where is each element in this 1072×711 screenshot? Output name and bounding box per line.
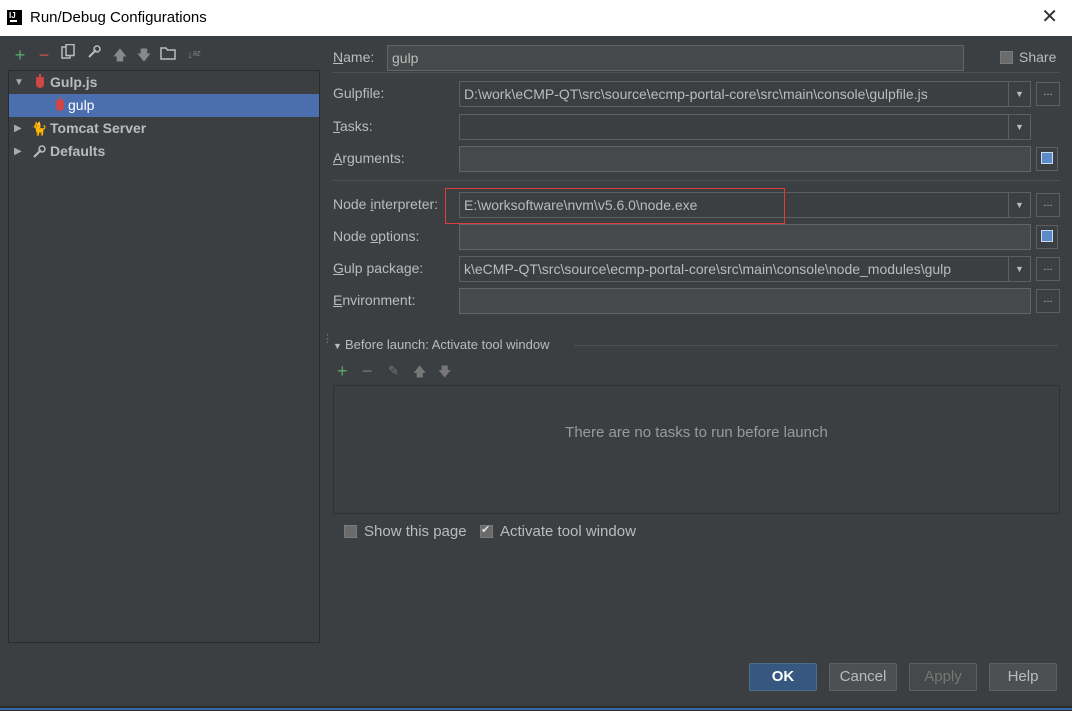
environment-browse-button[interactable]: ... (1036, 289, 1060, 313)
gulpfile-browse-button[interactable]: ... (1036, 82, 1060, 106)
gulpfile-label: Gulpfile: (333, 85, 385, 101)
tree-item-gulp[interactable]: gulp (9, 94, 319, 117)
expand-arrow-icon[interactable]: ▼ (14, 71, 24, 94)
tree-item-gulpjs[interactable]: ▼ Gulp.js (9, 71, 319, 94)
apply-button[interactable]: Apply (909, 663, 977, 691)
expand-icon (1041, 230, 1053, 242)
expand-icon (1041, 152, 1053, 164)
name-label: Name: (333, 49, 375, 65)
tasks-combo[interactable]: ▼ (459, 114, 1031, 140)
configuration-tree: ▼ Gulp.js gulp ▶ 🐈 Tomcat Server ▶ Defau… (8, 70, 320, 643)
environment-field[interactable] (459, 288, 1031, 314)
arguments-label: Arguments: (333, 150, 405, 166)
window-title: Run/Debug Configurations (30, 9, 207, 26)
environment-label: Environment: (333, 292, 416, 308)
edit-defaults-icon[interactable] (84, 44, 104, 66)
before-launch-task-list[interactable]: There are no tasks to run before launch (333, 385, 1060, 514)
remove-icon[interactable]: − (34, 44, 54, 66)
chevron-down-icon[interactable]: ▼ (1008, 115, 1030, 139)
folder-icon[interactable] (158, 44, 178, 66)
tree-item-tomcat[interactable]: ▶ 🐈 Tomcat Server (9, 117, 319, 140)
edit-task-icon[interactable]: ✎ (388, 363, 399, 379)
name-field[interactable]: gulp (387, 45, 964, 71)
title-bar: IJ Run/Debug Configurations ✕ (0, 0, 1072, 36)
help-button[interactable]: Help (989, 663, 1057, 691)
close-icon[interactable]: ✕ (1041, 6, 1058, 28)
move-up-icon[interactable]: 🡅 (413, 363, 426, 385)
intellij-app-icon: IJ (7, 10, 22, 25)
chevron-down-icon[interactable]: ▼ (1008, 82, 1030, 106)
node-options-field[interactable] (459, 224, 1031, 250)
tree-item-label: Defaults (50, 143, 106, 159)
tree-item-label: Gulp.js (50, 74, 98, 90)
gulpfile-value: D:\work\eCMP-QT\src\source\ecmp-portal-c… (464, 86, 928, 102)
node-options-label: Node options: (333, 228, 420, 244)
highlight-box (445, 188, 785, 224)
gulpfile-combo[interactable]: D:\work\eCMP-QT\src\source\ecmp-portal-c… (459, 81, 1031, 107)
expand-field-button[interactable] (1036, 147, 1058, 171)
add-icon[interactable]: + (10, 44, 30, 66)
chevron-down-icon[interactable]: ▼ (1008, 257, 1030, 281)
splitter-handle[interactable]: ⋮ (322, 334, 333, 345)
gulp-package-label: Gulp package: (333, 260, 424, 276)
collapse-arrow-icon[interactable]: ▶ (14, 140, 22, 163)
node-interpreter-browse-button[interactable]: ... (1036, 193, 1060, 217)
expand-field-button[interactable] (1036, 225, 1058, 249)
move-up-icon[interactable]: 🡅 (110, 44, 130, 66)
tomcat-icon: 🐈 (31, 121, 48, 136)
gulp-icon (36, 74, 44, 88)
move-down-icon[interactable]: 🡇 (438, 363, 451, 385)
gulp-package-combo[interactable]: k\eCMP-QT\src\source\ecmp-portal-core\sr… (459, 256, 1031, 282)
cancel-button[interactable]: Cancel (829, 663, 897, 691)
collapse-arrow-icon[interactable]: ▼ (333, 341, 342, 351)
tasks-label: Tasks: (333, 118, 373, 134)
activate-tool-window-checkbox[interactable] (480, 523, 493, 538)
tree-item-label: gulp (68, 97, 95, 113)
gulp-icon (56, 97, 64, 111)
node-interpreter-label: Node interpreter: (333, 196, 439, 212)
remove-task-icon[interactable]: − (362, 361, 373, 382)
collapse-arrow-icon[interactable]: ▶ (14, 117, 22, 140)
add-task-icon[interactable]: + (337, 361, 348, 382)
gulp-package-value: k\eCMP-QT\src\source\ecmp-portal-core\sr… (464, 261, 952, 277)
before-launch-title[interactable]: Before launch: Activate tool window (345, 337, 550, 352)
show-this-page-checkbox[interactable] (344, 525, 357, 538)
divider (333, 180, 1060, 181)
show-this-page-label: Show this page (364, 523, 467, 540)
divider (333, 72, 1060, 73)
activate-tool-window-label: Activate tool window (500, 523, 636, 540)
divider (574, 345, 1058, 346)
ok-button[interactable]: OK (749, 663, 817, 691)
share-checkbox[interactable] (1000, 51, 1013, 64)
sort-icon[interactable]: ↓ᵃᶻ (184, 44, 204, 66)
gulp-package-browse-button[interactable]: ... (1036, 257, 1060, 281)
wrench-icon (31, 144, 47, 167)
copy-icon[interactable] (58, 43, 78, 66)
arguments-field[interactable] (459, 146, 1031, 172)
tree-item-label: Tomcat Server (50, 120, 147, 136)
bottom-border (0, 706, 1072, 711)
empty-tasks-message: There are no tasks to run before launch (565, 424, 828, 441)
move-down-icon[interactable]: 🡇 (134, 44, 154, 66)
share-label: Share (1019, 49, 1057, 65)
tree-item-defaults[interactable]: ▶ Defaults (9, 140, 319, 163)
chevron-down-icon[interactable]: ▼ (1008, 193, 1030, 217)
